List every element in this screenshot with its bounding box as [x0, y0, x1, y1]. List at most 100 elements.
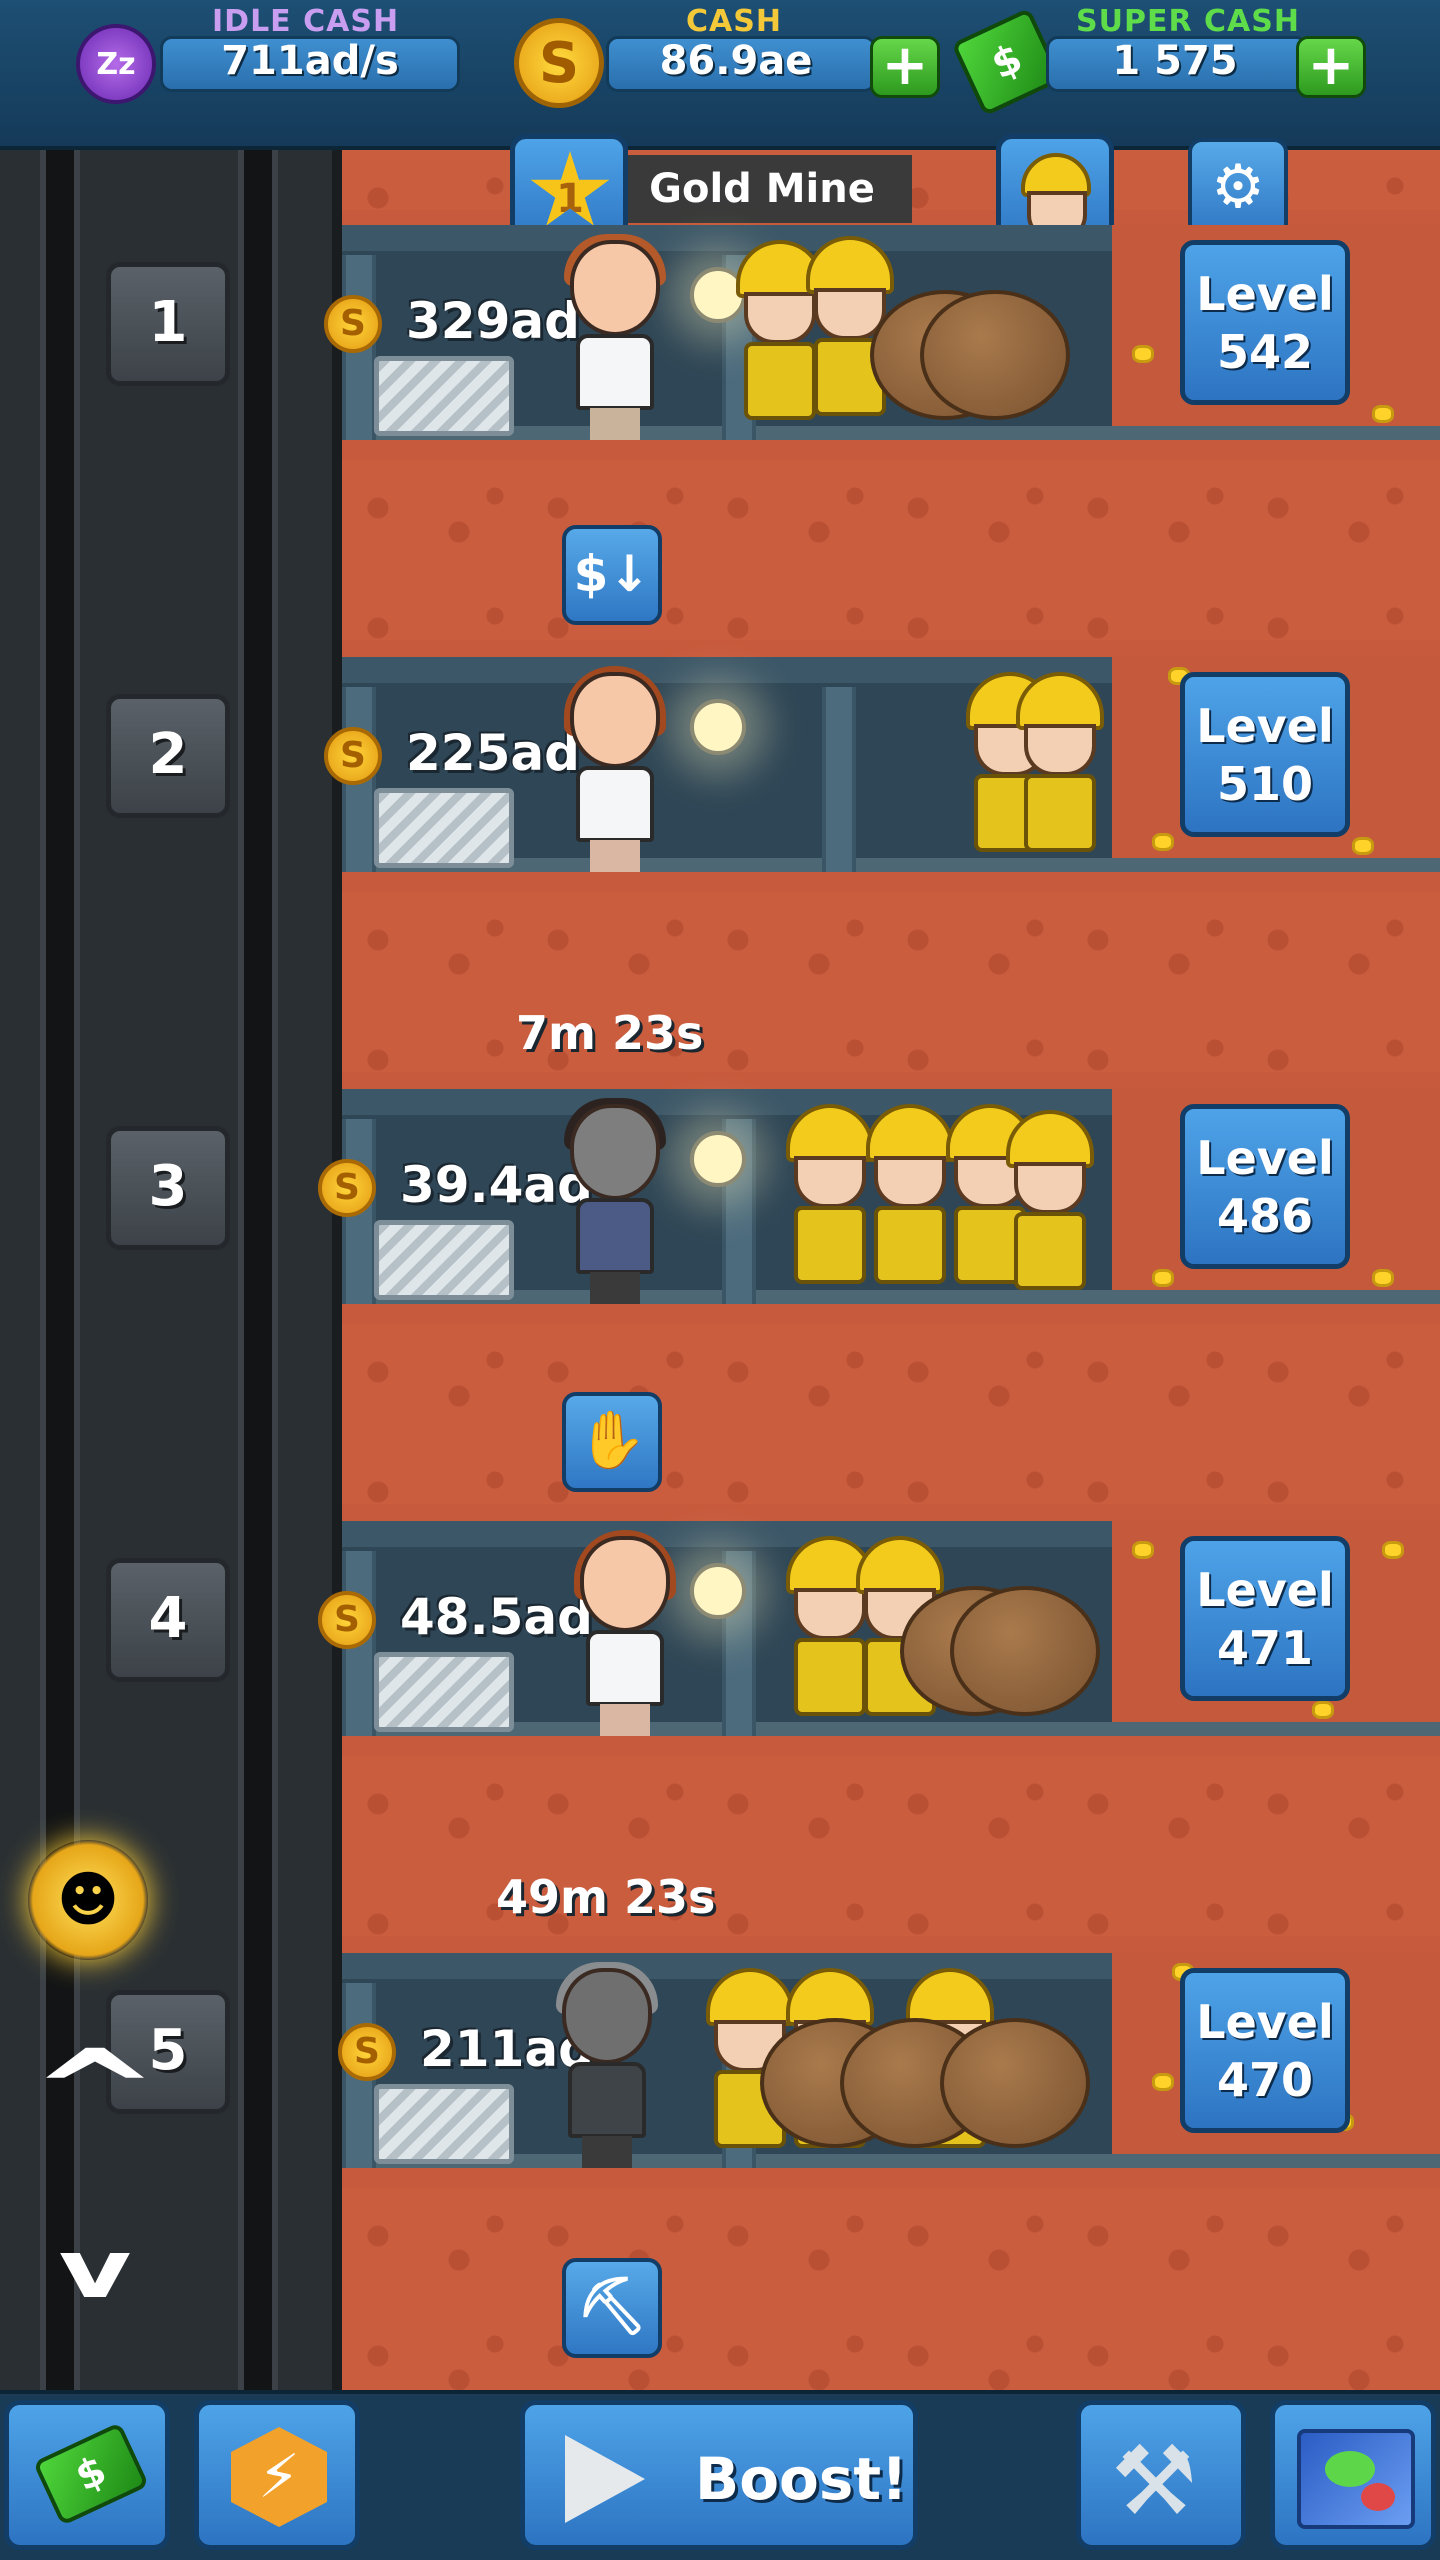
shaft-1-level-button[interactable]: Level 542: [1180, 240, 1350, 405]
scroll-down-icon[interactable]: v: [18, 2230, 172, 2310]
pickaxe-upgrade-button[interactable]: ⚒: [1076, 2400, 1246, 2550]
cash-bills-icon: $: [32, 2421, 150, 2527]
lightning-badge-icon: ⚡: [231, 2427, 327, 2527]
tunnel-lamp: [690, 699, 746, 755]
tunnel-lamp: [690, 1563, 746, 1619]
settings-button[interactable]: ⚙: [1188, 138, 1288, 238]
manager-body: [586, 1630, 664, 1706]
buy-super-cash-plus-button[interactable]: +: [1296, 36, 1366, 98]
elevator-rail-right: [238, 150, 278, 2390]
shaft-4-deposit: 48.5ad: [400, 1588, 593, 1646]
resource-bar: Zz IDLE CASH 711ad/s S CASH 86.9ae + $ S…: [0, 0, 1440, 150]
elevator-manager-coin-icon[interactable]: ☻: [28, 1840, 148, 1960]
gold-nugget: [1152, 1269, 1174, 1287]
shaft-number-4[interactable]: 4: [106, 1558, 230, 1682]
idle-cash-label: IDLE CASH: [212, 4, 400, 39]
shop-button[interactable]: $: [4, 2400, 170, 2550]
boost-button[interactable]: Boost!: [520, 2400, 918, 2550]
shaft-3-manager[interactable]: [560, 1098, 670, 1304]
manager-head: [570, 240, 660, 336]
gold-nugget: [1132, 1541, 1154, 1559]
manager-body: [576, 1198, 654, 1274]
shaft-number-2[interactable]: 2: [106, 694, 230, 818]
cash-label: CASH: [686, 4, 782, 39]
manager-legs: [600, 1704, 650, 1736]
shaft-5-boost-timer: 49m 23s: [496, 1870, 716, 1924]
gold-nugget: [1312, 1701, 1334, 1719]
gold-nugget: [1352, 837, 1374, 855]
shaft-1-level-value: 542: [1216, 325, 1314, 379]
manager-body: [576, 334, 654, 410]
pickaxe-icon[interactable]: ⛏: [562, 2258, 662, 2358]
shaft-5-manager[interactable]: [552, 1962, 662, 2168]
boost-label: Boost!: [695, 2445, 908, 2513]
shaft-3-level-button[interactable]: Level 486: [1180, 1104, 1350, 1269]
manager-head: [562, 1968, 652, 2064]
manager-head: [570, 1104, 660, 1200]
shaft-3-level-label: Level: [1196, 1131, 1334, 1185]
shaft-5-crate[interactable]: [374, 2084, 514, 2164]
star-icon: 1: [530, 151, 610, 226]
rock-band: [342, 892, 1440, 1072]
shaft-1-deposit: 329ad: [406, 292, 580, 350]
shaft-3-level-value: 486: [1216, 1189, 1314, 1243]
speed-hand-icon[interactable]: ✋: [562, 1392, 662, 1492]
gold-coin-icon: S: [514, 18, 604, 108]
gear-icon: ⚙: [1211, 152, 1265, 222]
play-arrow-icon: [565, 2435, 645, 2523]
shaft-1-crate[interactable]: [374, 356, 514, 436]
shaft-3-boost-timer: 7m 23s: [516, 1006, 704, 1060]
shaft-2-manager[interactable]: [560, 666, 670, 872]
shaft-number-3[interactable]: 3: [106, 1126, 230, 1250]
shaft-1-manager[interactable]: [560, 234, 670, 440]
idle-cash-value: 711ad/s: [221, 38, 399, 84]
shaft-2-deposit: 225ad: [406, 724, 580, 782]
shaft-4-coin-icon: S: [318, 1591, 376, 1649]
manager-legs: [590, 408, 640, 440]
shaft-2-level-label: Level: [1196, 699, 1334, 753]
ore-sack: [950, 1586, 1100, 1716]
shaft-4-level-label: Level: [1196, 1563, 1334, 1617]
tunnel-pillar: [822, 687, 856, 872]
manager-body: [576, 766, 654, 842]
shaft-4-manager[interactable]: [570, 1530, 680, 1736]
cost-reduction-icon[interactable]: $↓: [562, 525, 662, 625]
shaft-5-level-button[interactable]: Level 470: [1180, 1968, 1350, 2133]
gold-nugget: [1382, 1541, 1404, 1559]
shaft-4-level-value: 471: [1216, 1621, 1314, 1675]
manager-legs: [582, 2136, 632, 2168]
shaft-4-crate[interactable]: [374, 1652, 514, 1732]
shaft-1-coin-icon: S: [324, 295, 382, 353]
shaft-5-coin-icon: S: [338, 2023, 396, 2081]
zzz-idle-icon: Zz: [76, 24, 156, 104]
shaft-5-level-label: Level: [1196, 1995, 1334, 2049]
shaft-number-1[interactable]: 1: [106, 262, 230, 386]
buy-cash-plus-button[interactable]: +: [870, 36, 940, 98]
shaft-2-level-button[interactable]: Level 510: [1180, 672, 1350, 837]
super-cash-label: SUPER CASH: [1076, 4, 1300, 39]
manager-head: [570, 672, 660, 768]
gold-nugget: [1372, 1269, 1394, 1287]
shaft-3-crate[interactable]: [374, 1220, 514, 1300]
shaft-2-miner: [1010, 672, 1110, 852]
rock-band: [342, 1324, 1440, 1504]
shaft-3-coin-icon: S: [318, 1159, 376, 1217]
manager-body: [568, 2062, 646, 2138]
shaft-4-level-button[interactable]: Level 471: [1180, 1536, 1350, 1701]
world-map-button[interactable]: [1270, 2400, 1436, 2550]
cash-value: 86.9ae: [659, 38, 813, 84]
map-icon: [1297, 2429, 1415, 2529]
scroll-up-icon[interactable]: ^: [18, 2035, 172, 2145]
mine-title: Gold Mine: [612, 155, 912, 223]
rock-band: [342, 2188, 1440, 2390]
ore-sack: [920, 290, 1070, 420]
shaft-2-crate[interactable]: [374, 788, 514, 868]
shaft-1-level-label: Level: [1196, 267, 1334, 321]
shaft-2-coin-icon: S: [324, 727, 382, 785]
boosts-button[interactable]: ⚡: [194, 2400, 360, 2550]
shaft-5-level-value: 470: [1216, 2053, 1314, 2107]
pickaxe-tool-icon: ⚒: [1111, 2425, 1198, 2537]
gold-nugget: [1132, 345, 1154, 363]
manager-legs: [590, 1272, 640, 1304]
shaft-2-level-value: 510: [1216, 757, 1314, 811]
